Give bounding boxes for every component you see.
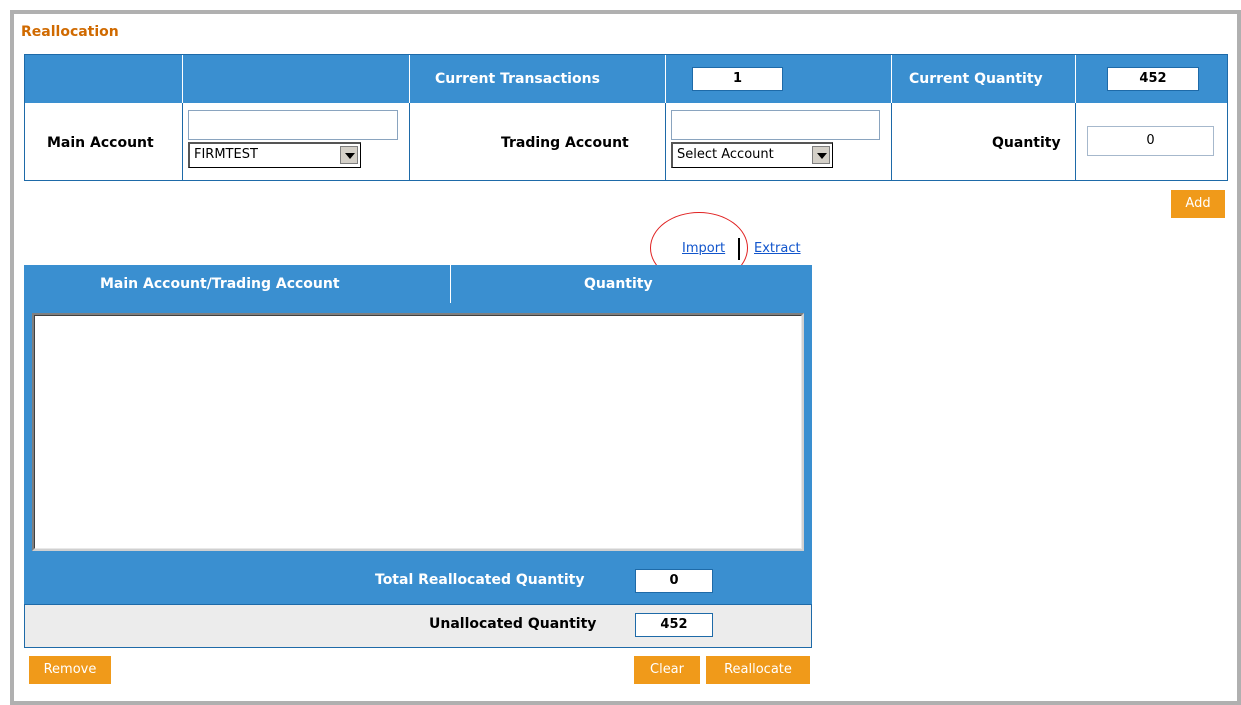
divider [409,103,410,180]
allocation-table: Main Account/Trading Account Quantity To… [24,265,812,648]
divider [665,103,666,180]
current-transactions-label: Current Transactions [435,71,600,87]
unallocated-label: Unallocated Quantity [429,616,597,632]
divider [891,103,892,180]
unallocated-value: 452 [635,613,713,637]
trading-account-select[interactable]: Select Account [671,142,833,168]
divider [182,103,183,180]
allocation-listbox[interactable] [32,313,804,551]
dropdown-arrow-icon[interactable] [340,146,358,164]
trading-account-select-value: Select Account [677,147,774,162]
frame-border-left [10,10,14,705]
clear-button[interactable]: Clear [634,656,700,684]
total-reallocated-label: Total Reallocated Quantity [375,572,585,588]
unallocated-row: Unallocated Quantity 452 [24,604,812,648]
total-reallocated-value: 0 [635,569,713,593]
main-account-input[interactable] [188,110,398,140]
column-header-account: Main Account/Trading Account [100,276,340,292]
trading-account-input[interactable] [671,110,880,140]
trading-account-label: Trading Account [501,135,629,151]
reallocate-button[interactable]: Reallocate [706,656,810,684]
frame-border-top [10,10,1241,14]
reallocation-entry-grid: Current Transactions 1 Current Quantity … [24,54,1228,181]
divider [1075,55,1076,103]
divider [1075,103,1076,180]
quantity-label: Quantity [992,135,1061,151]
divider [182,55,183,103]
main-account-select[interactable]: FIRMTEST [188,142,361,168]
current-transactions-value: 1 [692,67,783,91]
extract-link[interactable]: Extract [754,241,801,256]
quantity-input[interactable]: 0 [1087,126,1214,156]
remove-button[interactable]: Remove [29,656,111,684]
grid-header-row: Current Transactions 1 Current Quantity … [25,55,1227,103]
total-reallocated-row: Total Reallocated Quantity 0 [24,560,812,604]
main-account-label: Main Account [47,135,154,151]
column-header-quantity: Quantity [584,276,653,292]
allocation-list-container [24,303,812,573]
divider [665,55,666,103]
main-account-select-value: FIRMTEST [194,147,258,162]
listbox-inner-border [34,315,802,549]
current-quantity-value: 452 [1107,67,1199,91]
add-button[interactable]: Add [1171,190,1225,218]
divider [891,55,892,103]
section-title: Reallocation [21,24,119,40]
divider [409,55,410,103]
dropdown-arrow-icon[interactable] [812,146,830,164]
frame-border-bottom [10,701,1241,705]
current-quantity-label: Current Quantity [909,71,1043,87]
frame-border-right [1237,10,1241,705]
divider [450,265,451,303]
allocation-table-header: Main Account/Trading Account Quantity [24,265,812,303]
